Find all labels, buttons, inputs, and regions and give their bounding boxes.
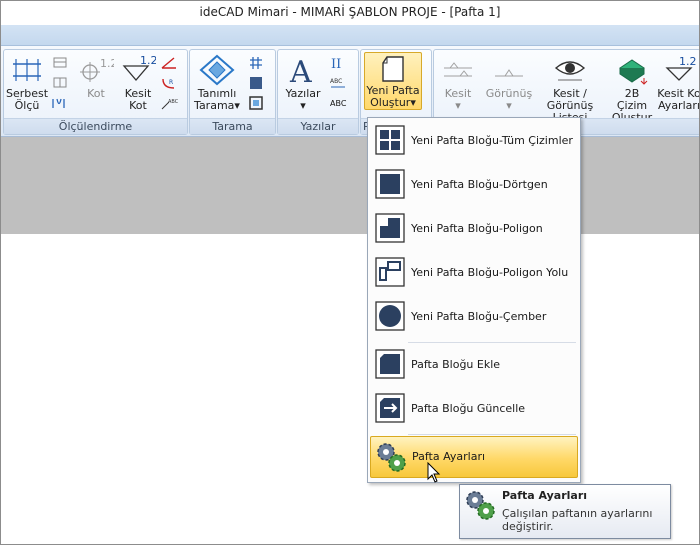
chevron-down-icon: ▾ <box>300 99 306 112</box>
serbest-olcu-label: Serbest Ölçü <box>6 87 49 112</box>
new-sheet-icon <box>382 56 404 82</box>
pafta-update-icon <box>375 393 405 423</box>
group-olculendirme: Serbest Ölçü 1.2 Kot <box>3 49 188 135</box>
yeni-pafta-olustur-button[interactable]: Yeni Pafta Oluştur▾ <box>364 52 422 110</box>
kesit-kot-label: Kesit Kot <box>124 87 152 112</box>
chevron-down-icon: ▾ <box>234 99 240 112</box>
tanimli-tarama-label: Tanımlı Tarama <box>194 87 237 112</box>
menu-item-label: Yeni Pafta Bloğu-Dörtgen <box>411 178 548 191</box>
chevron-down-icon: ▾ <box>410 96 416 109</box>
ribbon: Serbest Ölçü 1.2 Kot <box>1 46 699 137</box>
pafta-circle-icon <box>375 301 405 331</box>
menu-item-poligon[interactable]: Yeni Pafta Bloğu-Poligon <box>370 208 576 250</box>
group-yazilar: A Yazılar ▾ II ABC ABC Yazılar <box>277 49 359 135</box>
kot-label: Kot <box>87 87 105 100</box>
section-level-settings-icon: 1.2 <box>665 55 697 81</box>
chevron-down-icon: ▾ <box>455 99 461 112</box>
yeni-pafta-dropdown-menu: Yeni Pafta Bloğu-Tüm Çizimler Yeni Pafta… <box>367 117 581 483</box>
ribbon-tab-strip <box>1 25 699 46</box>
mouse-cursor-icon <box>427 462 441 483</box>
svg-text:A: A <box>289 55 312 86</box>
2d-drawing-icon <box>619 59 648 85</box>
text-icon: A <box>289 55 312 86</box>
pafta-all-icon <box>375 125 405 155</box>
menu-item-cember[interactable]: Yeni Pafta Bloğu-Çember <box>370 296 576 338</box>
menu-separator <box>408 434 576 435</box>
menu-item-pafta-ayarlari[interactable]: Pafta Ayarları <box>370 436 578 478</box>
label-dim-icon[interactable]: ABC <box>160 96 179 113</box>
section-icon <box>444 62 472 77</box>
group-tarama: Tanımlı Tarama▾ Tarama <box>189 49 276 135</box>
kesit-gorunus-listesi-button[interactable]: Kesit / Görünüş Listesi <box>532 54 608 124</box>
angle-dim-icon[interactable] <box>160 56 178 73</box>
grid-hatch-icon[interactable] <box>248 56 264 73</box>
application-window: ideCAD Mimari - MIMARİ ŞABLON PROJE - [P… <box>0 0 700 545</box>
menu-item-label: Yeni Pafta Bloğu-Poligon <box>411 222 543 235</box>
kesit-kot-ayarlari-button[interactable]: 1.2 Kesit Ko Ayarları <box>656 54 700 112</box>
cizim-2b-olustur-button[interactable]: 2B Çizim Oluştur <box>610 54 654 124</box>
menu-item-poligon-yolu[interactable]: Yeni Pafta Bloğu-Poligon Yolu <box>370 252 576 294</box>
dimension-icon <box>13 59 41 81</box>
dimension-small-icon-3[interactable] <box>51 96 69 113</box>
group-label-olculendirme: Ölçülendirme <box>4 118 187 134</box>
svg-text:ABC: ABC <box>330 99 347 108</box>
kot-icon: 1.2 <box>80 57 114 82</box>
menu-item-label: Pafta Bloğu Ekle <box>411 358 501 371</box>
svg-text:ABC: ABC <box>168 99 178 105</box>
eye-icon <box>554 61 586 81</box>
kesit-kot-icon: 1.2 <box>122 54 156 81</box>
menu-item-label: Yeni Pafta Bloğu-Poligon Yolu <box>411 266 569 279</box>
menu-item-label: Pafta Bloğu Güncelle <box>411 402 526 415</box>
radius-dim-icon[interactable]: R <box>160 76 178 93</box>
menu-item-tum-cizimler[interactable]: Yeni Pafta Bloğu-Tüm Çizimler <box>370 120 576 162</box>
kesit-kot-ayarlari-value: 1.2 <box>679 55 697 68</box>
chevron-down-icon: ▾ <box>506 99 512 112</box>
title-bar: ideCAD Mimari - MIMARİ ŞABLON PROJE - [P… <box>1 1 699 25</box>
window-title: ideCAD Mimari - MIMARİ ŞABLON PROJE - [P… <box>199 5 501 19</box>
kesit-kot-value: 1.2 <box>140 54 156 67</box>
group-label-yazilar: Yazılar <box>278 118 358 134</box>
dimension-small-icon-2[interactable] <box>51 76 69 93</box>
dimension-small-icon-1[interactable] <box>51 56 69 73</box>
text-style-icon[interactable]: ABC <box>330 76 346 93</box>
menu-separator <box>408 342 576 343</box>
pafta-rect-icon <box>375 169 405 199</box>
tanimli-tarama-button[interactable]: Tanımlı Tarama▾ <box>192 54 242 112</box>
menu-item-pafta-blogu-ekle[interactable]: Pafta Bloğu Ekle <box>370 344 576 386</box>
menu-item-label: Yeni Pafta Bloğu-Tüm Çizimler <box>411 134 573 147</box>
menu-item-label: Yeni Pafta Bloğu-Çember <box>411 310 547 323</box>
menu-item-pafta-blogu-guncelle[interactable]: Pafta Bloğu Güncelle <box>370 388 576 430</box>
group-label-tarama: Tarama <box>190 118 275 134</box>
gears-icon <box>466 491 495 520</box>
pafta-polygon-icon <box>375 213 405 243</box>
menu-item-dortgen[interactable]: Yeni Pafta Bloğu-Dörtgen <box>370 164 576 206</box>
pafta-insert-icon <box>375 349 405 379</box>
svg-text:II: II <box>331 57 341 70</box>
svg-text:R: R <box>169 79 173 86</box>
text-height-icon[interactable]: II <box>330 56 346 73</box>
svg-text:ABC: ABC <box>330 78 342 85</box>
tooltip-title: Pafta Ayarları <box>502 489 588 502</box>
solid-hatch-icon[interactable] <box>248 76 264 93</box>
kesit-kot-button[interactable]: 1.2 Kesit Kot <box>118 54 158 112</box>
elevation-icon <box>495 69 523 77</box>
yazilar-button[interactable]: A Yazılar ▾ <box>282 54 324 112</box>
gorunus-button[interactable]: Görünüş ▾ <box>484 54 534 112</box>
tooltip: Pafta Ayarları Çalışılan paftanın ayarla… <box>459 484 671 539</box>
kesit-button[interactable]: Kesit ▾ <box>436 54 480 112</box>
drawing-area-header <box>1 137 699 234</box>
kesit-kot-ayarlari-label: Kesit Ko Ayarları <box>657 87 700 112</box>
tooltip-description: Çalışılan paftanın ayarlarını değiştirir… <box>502 507 653 533</box>
menu-item-label: Pafta Ayarları <box>412 450 486 463</box>
kot-button[interactable]: 1.2 Kot <box>74 54 118 100</box>
serbest-olcu-button[interactable]: Serbest Ölçü <box>6 54 48 112</box>
hatch-icon <box>199 54 235 86</box>
pafta-polygon-path-icon <box>375 257 405 287</box>
boundary-hatch-icon[interactable] <box>248 96 264 113</box>
gears-icon <box>377 443 406 472</box>
kot-value: 1.2 <box>100 57 114 70</box>
text-replace-icon[interactable]: ABC <box>330 96 348 113</box>
